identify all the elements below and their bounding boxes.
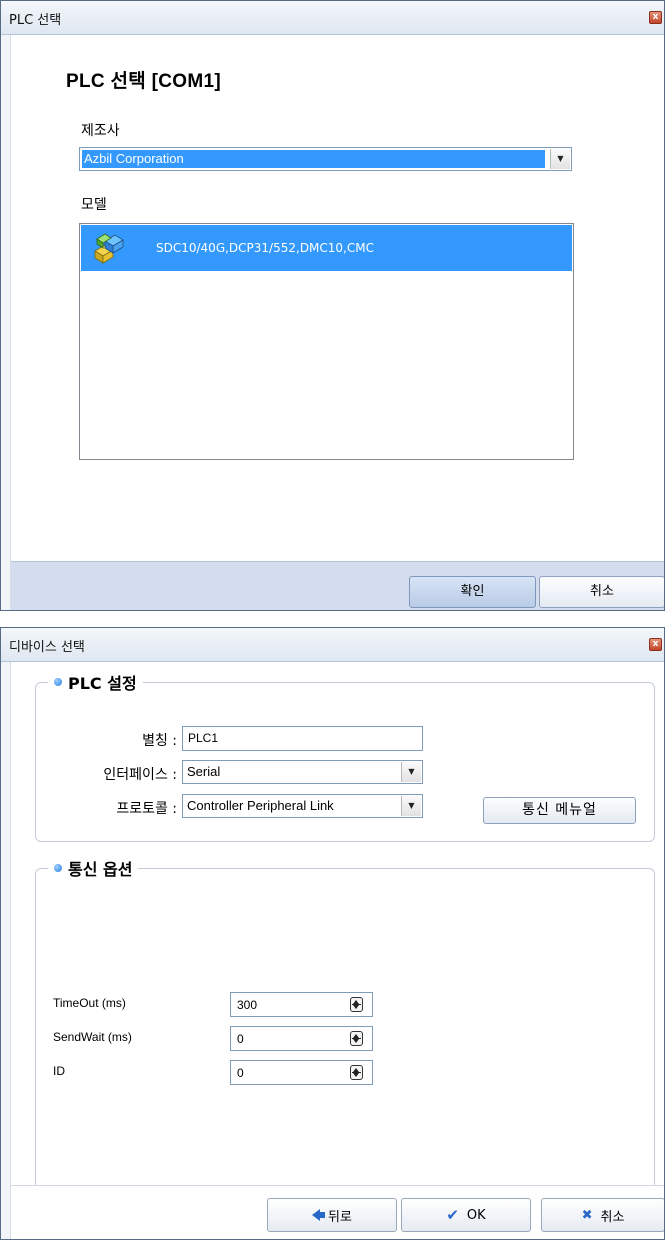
plc-settings-title: PLC 설정	[68, 674, 137, 693]
model-label: 모델	[81, 197, 107, 213]
id-stepper[interactable]: 0	[230, 1060, 373, 1085]
chevron-down-icon[interactable]: ▼	[550, 149, 570, 169]
interface-label: 인터페이스 :	[103, 767, 177, 783]
model-name: SDC10/40G,DCP31/552,DMC10,CMC	[156, 241, 374, 255]
sendwait-stepper[interactable]: 0	[230, 1026, 373, 1051]
comm-options-title: 통신 옵션	[68, 860, 133, 879]
x-icon: ✖	[581, 1207, 593, 1223]
manufacturer-select[interactable]: Azbil Corporation ▼	[79, 147, 572, 171]
close-icon[interactable]: x	[649, 638, 662, 651]
plc-select-dialog: PLC 선택 x PLC 선택 [COM1] 제조사 Azbil Corpora…	[0, 0, 665, 611]
protocol-value: Controller Peripheral Link	[187, 798, 334, 813]
chevron-down-icon[interactable]: ▼	[401, 796, 421, 816]
comm-manual-button[interactable]: 통신 메뉴얼	[483, 797, 636, 824]
id-value: 0	[237, 1066, 244, 1080]
close-icon[interactable]: x	[649, 11, 662, 24]
alias-input[interactable]: PLC1	[182, 726, 423, 751]
sendwait-label: SendWait (ms)	[53, 1030, 132, 1044]
protocol-label: 프로토콜 :	[116, 801, 177, 817]
title-bar: 디바이스 선택 x	[1, 628, 664, 662]
device-select-dialog: 디바이스 선택 x PLC 설정 별칭 : PLC1 인터페이스 : Seria…	[0, 627, 665, 1240]
cancel-label: 취소	[600, 1209, 625, 1225]
window-title: 디바이스 선택	[9, 640, 85, 655]
spinner-icon[interactable]	[350, 997, 363, 1012]
check-icon: ✔	[446, 1206, 459, 1224]
bullet-icon	[54, 678, 62, 686]
chevron-down-icon[interactable]: ▼	[401, 762, 421, 782]
id-label: ID	[53, 1064, 65, 1078]
interface-value: Serial	[187, 764, 221, 779]
title-bar: PLC 선택 x	[1, 1, 664, 35]
ok-button[interactable]: ✔ OK	[401, 1198, 531, 1232]
left-strip	[1, 662, 11, 1239]
timeout-stepper[interactable]: 300	[230, 992, 373, 1017]
bullet-icon	[54, 864, 62, 872]
group-title: PLC 설정	[48, 670, 143, 694]
dialog-footer: 뒤로 ✔ OK ✖ 취소	[11, 1185, 664, 1239]
blocks-icon	[94, 233, 124, 264]
back-button[interactable]: 뒤로	[267, 1198, 397, 1232]
left-strip	[1, 35, 11, 610]
window-title: PLC 선택	[9, 13, 62, 28]
manufacturer-value: Azbil Corporation	[82, 150, 545, 168]
alias-label: 별칭 :	[142, 733, 177, 749]
spinner-icon[interactable]	[350, 1065, 363, 1080]
arrow-left-icon	[312, 1209, 326, 1221]
model-list[interactable]: SDC10/40G,DCP31/552,DMC10,CMC	[79, 223, 574, 460]
spinner-icon[interactable]	[350, 1031, 363, 1046]
sendwait-value: 0	[237, 1032, 244, 1046]
interface-select[interactable]: Serial ▼	[182, 760, 423, 784]
cancel-button[interactable]: ✖ 취소	[541, 1198, 664, 1232]
protocol-select[interactable]: Controller Peripheral Link ▼	[182, 794, 423, 818]
confirm-button[interactable]: 확인	[409, 576, 536, 608]
ok-label: OK	[466, 1207, 486, 1223]
back-label: 뒤로	[328, 1209, 352, 1225]
group-title: 통신 옵션	[48, 856, 139, 880]
timeout-label: TimeOut (ms)	[53, 996, 126, 1010]
dialog-footer: 확인 취소	[11, 561, 664, 610]
list-item[interactable]: SDC10/40G,DCP31/552,DMC10,CMC	[81, 225, 572, 271]
timeout-value: 300	[237, 998, 258, 1012]
cancel-button[interactable]: 취소	[539, 576, 664, 608]
manufacturer-label: 제조사	[81, 123, 120, 139]
page-title: PLC 선택 [COM1]	[66, 71, 221, 92]
